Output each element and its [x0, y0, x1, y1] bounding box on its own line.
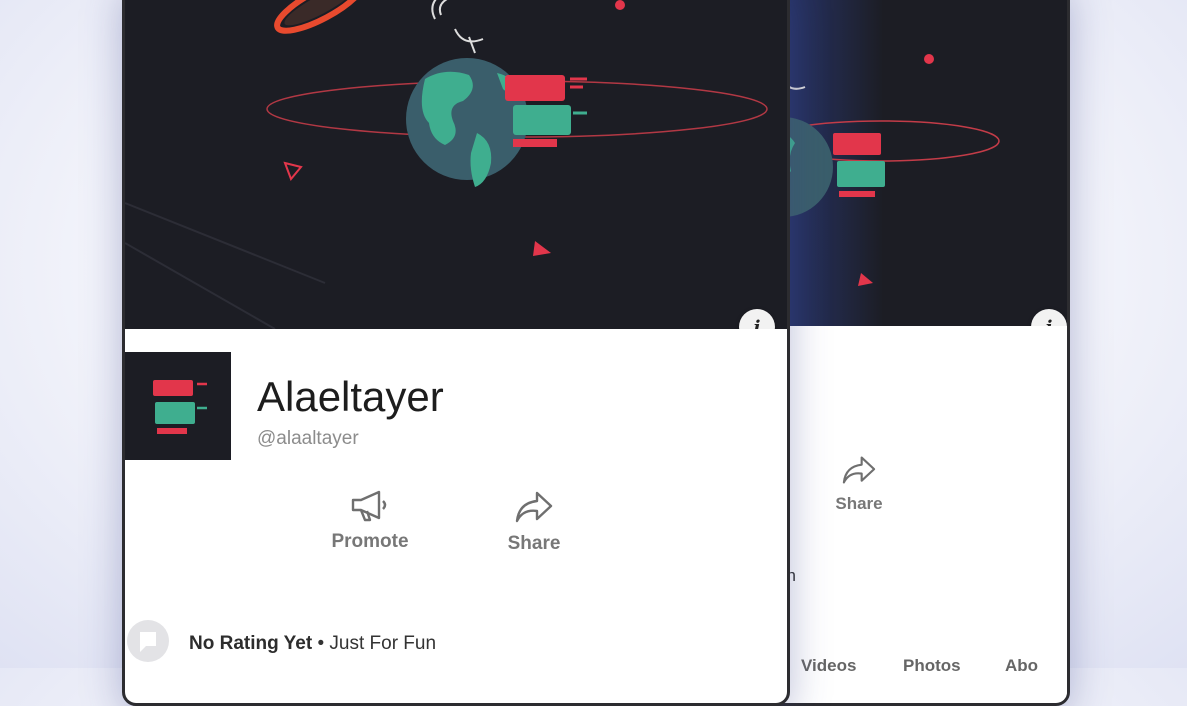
profile-header: Alaeltayer @alaaltayer [125, 329, 787, 472]
rating-text: No Rating Yet • Just For Fun [189, 633, 436, 655]
back-action-bar: Share [761, 450, 1067, 547]
page-title: Alaeltayer [257, 373, 444, 420]
star-dot [615, 0, 625, 10]
page-handle: @alaaltayer [257, 428, 359, 449]
cover-illustration [125, 0, 768, 329]
share-arrow-icon [515, 491, 553, 523]
cover-line [125, 202, 326, 284]
rating-status: No Rating Yet [189, 633, 313, 654]
back-phone: i r Share un Videos Photos Abo [758, 0, 1070, 706]
share-button[interactable]: Share [474, 489, 594, 555]
back-cover-photo[interactable] [761, 0, 1067, 326]
satellite-dish-icon [431, 0, 484, 54]
tab-about[interactable]: Abo [1005, 656, 1038, 676]
back-profile-header: r [761, 326, 1067, 451]
front-phone: i Alaeltayer @alaaltayer Promote Share N… [122, 0, 790, 706]
back-category-row[interactable]: un [761, 546, 1067, 643]
page-avatar[interactable] [125, 352, 231, 460]
front-screen: i Alaeltayer @alaaltayer Promote Share N… [125, 0, 787, 703]
promote-button[interactable]: Promote [310, 489, 430, 553]
ufo-icon [274, 0, 366, 34]
promote-label: Promote [331, 531, 409, 552]
avatar-logo-icon [153, 380, 207, 434]
megaphone-icon [351, 490, 387, 522]
triangle-outline [283, 161, 303, 181]
back-share-arrow-icon [842, 456, 876, 484]
back-share-button[interactable]: Share [799, 454, 919, 514]
share-label: Share [507, 533, 561, 554]
tab-photos[interactable]: Photos [903, 656, 961, 676]
tab-videos[interactable]: Videos [801, 656, 856, 676]
back-screen: i r Share un Videos Photos Abo [761, 0, 1067, 703]
back-cover-illustration [761, 54, 1000, 286]
cover-line [125, 242, 276, 329]
action-bar: Promote Share [125, 471, 787, 588]
back-share-label: Share [835, 494, 883, 513]
rating-row[interactable]: No Rating Yet • Just For Fun [125, 587, 787, 687]
page-category: Just For Fun [329, 633, 437, 654]
triangle-filled [533, 241, 551, 256]
back-tab-bar: Videos Photos Abo [761, 642, 1067, 702]
cover-photo[interactable] [125, 0, 787, 329]
rating-separator: • [312, 633, 330, 654]
rating-icon [127, 620, 169, 662]
